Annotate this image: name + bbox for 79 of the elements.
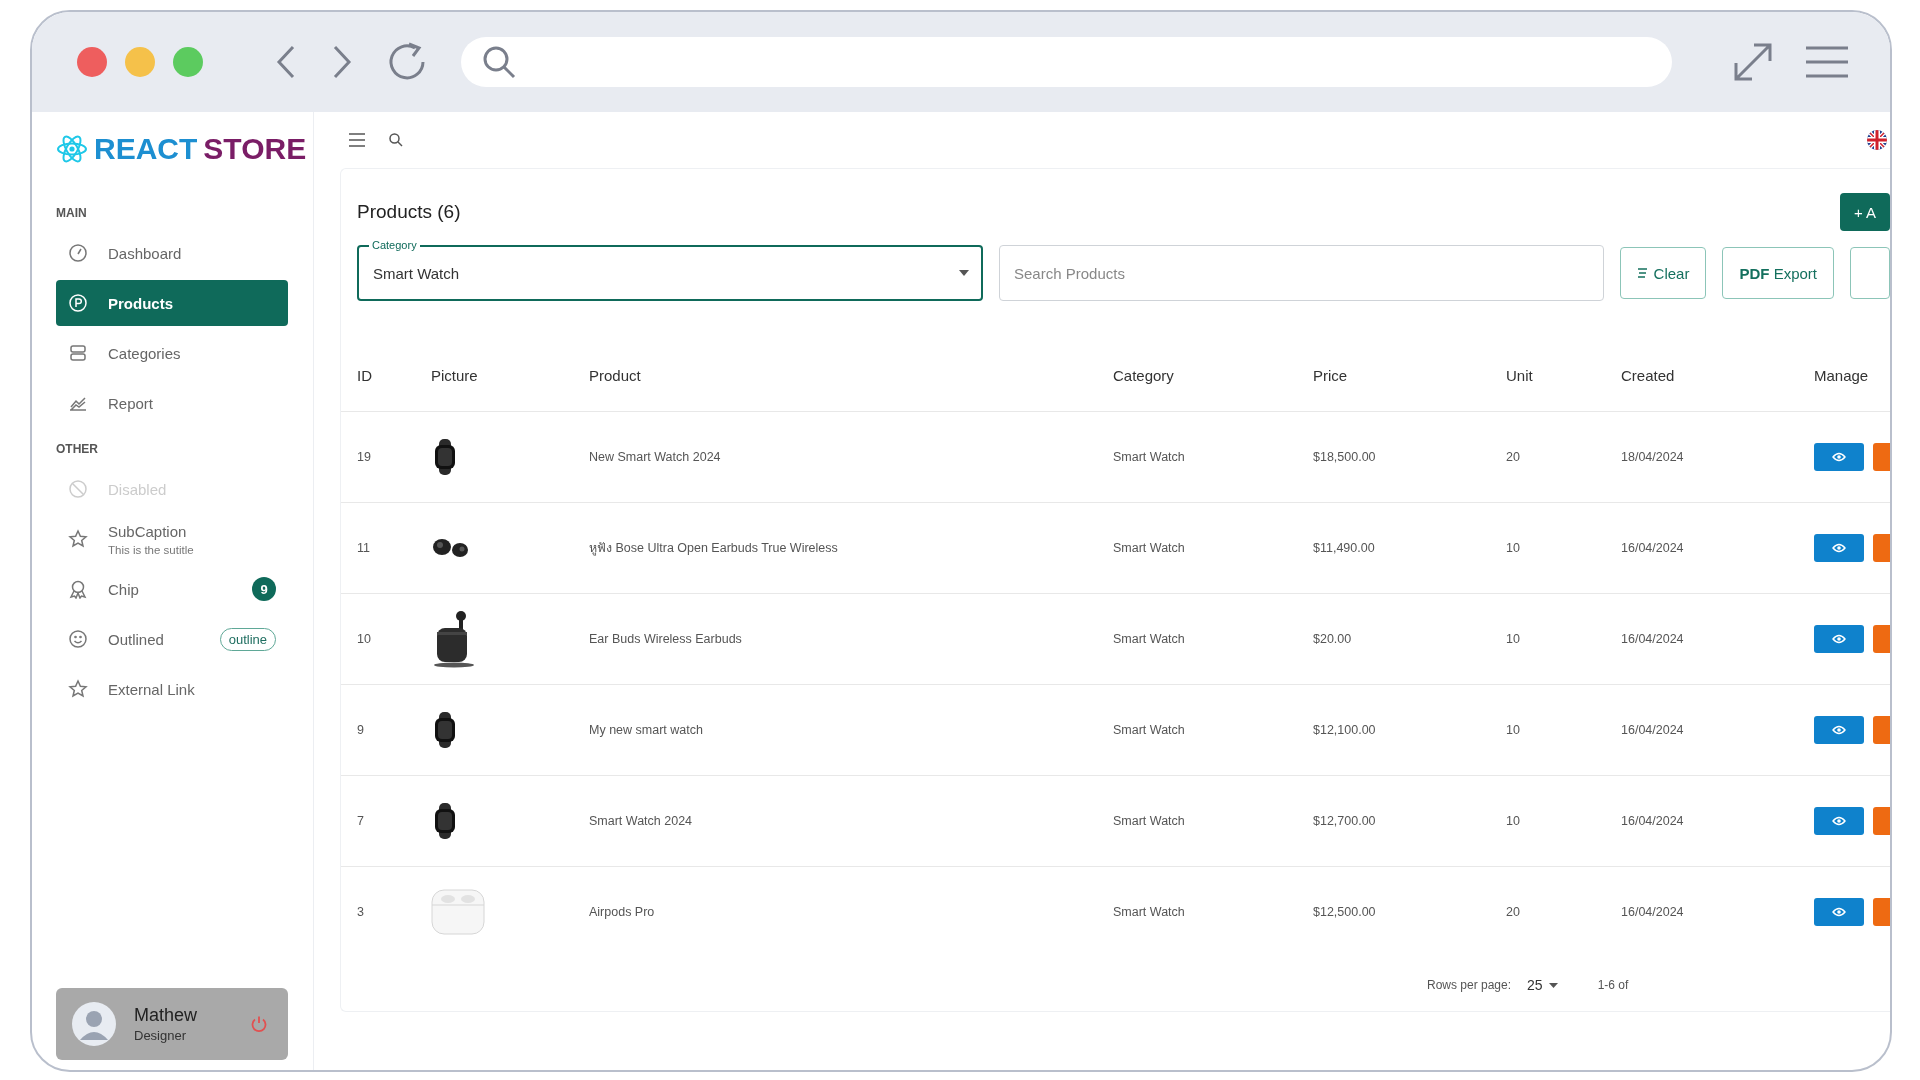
price-cell: $11,490.00 (1312, 502, 1505, 594)
category-cell: Smart Watch (1112, 411, 1312, 503)
column-header: Category (1112, 339, 1312, 412)
column-header: Created (1620, 339, 1813, 412)
product-cell: Ear Buds Wireless Earbuds (588, 593, 1112, 685)
sidebar-item[interactable]: Report (56, 380, 288, 426)
category-cell: Smart Watch (1112, 684, 1312, 776)
date-cell: 18/04/2024 (1620, 411, 1813, 503)
unit-cell: 20 (1505, 866, 1620, 957)
unit-cell: 10 (1505, 775, 1620, 867)
id-cell: 19 (341, 411, 430, 503)
category-cell: Smart Watch (1112, 866, 1312, 957)
rows-per-page-select[interactable]: 25 (1527, 977, 1558, 993)
logo-text: STORE (203, 132, 307, 166)
user-role: Designer (134, 1028, 188, 1043)
item-label: Dashboard (108, 244, 183, 262)
item-label: Report (108, 394, 155, 412)
unit-cell: 10 (1505, 593, 1620, 685)
price-cell: $18,500.00 (1312, 411, 1505, 503)
sidebar-item[interactable]: Categories (56, 330, 288, 376)
unit-cell: 20 (1505, 411, 1620, 503)
item-label: Categories (108, 344, 182, 362)
unit-cell: 10 (1505, 684, 1620, 776)
date-cell: 16/04/2024 (1620, 866, 1813, 957)
id-cell: 3 (341, 866, 430, 957)
search-field[interactable]: Search Products (999, 245, 1604, 301)
section-heading: MAIN (56, 206, 88, 220)
product-cell: หูฟัง Bose Ultra Open Earbuds True Wireless (588, 502, 1112, 594)
date-cell: 16/04/2024 (1620, 502, 1813, 594)
category-cell: Smart Watch (1112, 593, 1312, 685)
id-cell: 10 (341, 593, 430, 685)
sidebar-item[interactable]: Outlined outline (56, 616, 288, 662)
id-cell: 9 (341, 684, 430, 776)
user-name: Mathew (134, 1005, 199, 1026)
section-heading: OTHER (56, 442, 99, 456)
column-header: Picture (430, 339, 588, 412)
product-cell: New Smart Watch 2024 (588, 411, 1112, 503)
item-label: Outlined (108, 630, 165, 648)
select-value: Smart Watch (373, 264, 460, 282)
add-button[interactable]: + A (1839, 193, 1890, 231)
column-header: Unit (1505, 339, 1620, 412)
column-header: ID (341, 339, 430, 412)
item-label: Chip (108, 580, 140, 598)
price-cell: $20.00 (1312, 593, 1505, 685)
sidebar-item[interactable]: Products (56, 280, 288, 326)
clear-button[interactable]: Clear (1619, 247, 1707, 299)
sidebar-item[interactable]: External Link (56, 666, 288, 712)
product-cell: Smart Watch 2024 (588, 775, 1112, 867)
id-cell: 11 (341, 502, 430, 594)
price-cell: $12,500.00 (1312, 866, 1505, 957)
price-cell: $12,100.00 (1312, 684, 1505, 776)
unit-cell: 10 (1505, 502, 1620, 594)
category-cell: Smart Watch (1112, 502, 1312, 594)
item-subtitle: This is the sutitle (108, 543, 195, 556)
category-cell: Smart Watch (1112, 775, 1312, 867)
sidebar-item[interactable]: Dashboard (56, 230, 288, 276)
sidebar-item[interactable]: SubCaption This is the sutitle (56, 516, 288, 562)
item-label: Products (108, 294, 174, 312)
date-cell: 16/04/2024 (1620, 593, 1813, 685)
item-label: SubCaption (108, 522, 188, 540)
id-cell: 7 (341, 775, 430, 867)
card-title: Products (6) (357, 201, 461, 223)
price-cell: $12,700.00 (1312, 775, 1505, 867)
export-button[interactable]: PDF Export (1722, 247, 1834, 299)
sidebar-item[interactable]: Chip 9 (56, 566, 288, 612)
logo-text: REACT (94, 132, 198, 166)
product-cell: My new smart watch (588, 684, 1112, 776)
date-cell: 16/04/2024 (1620, 775, 1813, 867)
column-header: Manage (1813, 339, 1890, 412)
product-cell: Airpods Pro (588, 866, 1112, 957)
item-label: External Link (108, 680, 196, 698)
page-range: 1-6 of (1597, 978, 1629, 992)
column-header: Product (588, 339, 1112, 412)
field-label: Category (369, 239, 420, 251)
rows-per-page-label: Rows per page: (1427, 978, 1512, 992)
column-header: Price (1312, 339, 1505, 412)
count-badge: 9 (252, 577, 276, 601)
date-cell: 16/04/2024 (1620, 684, 1813, 776)
user-card[interactable]: Mathew Designer (56, 988, 288, 1060)
